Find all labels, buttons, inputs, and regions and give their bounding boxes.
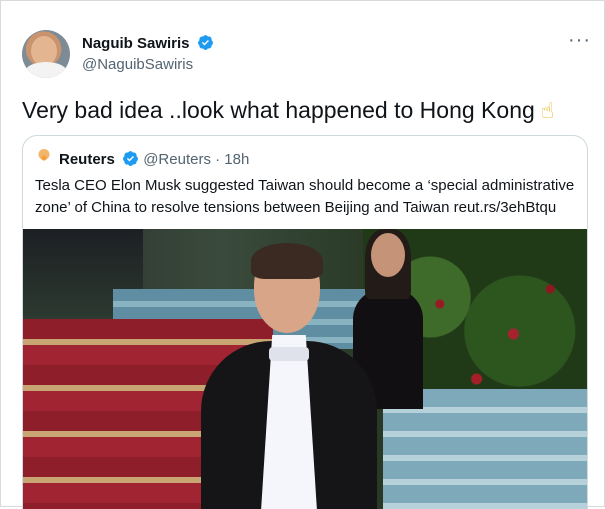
author-name[interactable]: Naguib Sawiris — [82, 34, 214, 52]
pointing-up-emoji-icon: ☝ — [540, 98, 555, 123]
avatar-shirt — [25, 62, 67, 78]
author-avatar[interactable] — [22, 30, 70, 78]
author-name-text[interactable]: Naguib Sawiris — [82, 35, 190, 52]
verified-badge-icon — [123, 151, 138, 166]
quoted-author-handle[interactable]: @Reuters — [143, 151, 211, 168]
quoted-tweet-text: Tesla CEO Elon Musk suggested Taiwan sho… — [35, 175, 583, 219]
quoted-tweet-header: Reuters @Reuters · 18h — [35, 149, 249, 168]
author-handle[interactable]: @NaguibSawiris — [82, 56, 193, 73]
verified-badge-icon — [197, 35, 213, 50]
quoted-link[interactable]: reut.rs/3ehBtqu — [454, 199, 557, 216]
reuters-logo-icon[interactable] — [35, 149, 53, 167]
person-hair — [251, 243, 323, 279]
quoted-author-name[interactable]: Reuters — [59, 151, 115, 168]
tweet-card[interactable]: Naguib Sawiris @NaguibSawiris ··· Very b… — [0, 0, 605, 509]
separator-dot: · — [215, 151, 221, 168]
tweet-body: Very bad idea ..look what happened to Ho… — [22, 97, 535, 123]
flower-wall — [403, 259, 587, 409]
bow-tie — [269, 347, 309, 361]
quoted-timestamp[interactable]: 18h — [224, 151, 249, 168]
more-options-icon[interactable]: ··· — [568, 29, 591, 52]
main-person — [191, 243, 381, 509]
quoted-tweet[interactable]: Reuters @Reuters · 18h Tesla CEO Elon Mu… — [22, 135, 588, 509]
tweet-text: Very bad idea ..look what happened to Ho… — [22, 96, 554, 125]
quoted-media-image[interactable] — [23, 229, 587, 509]
